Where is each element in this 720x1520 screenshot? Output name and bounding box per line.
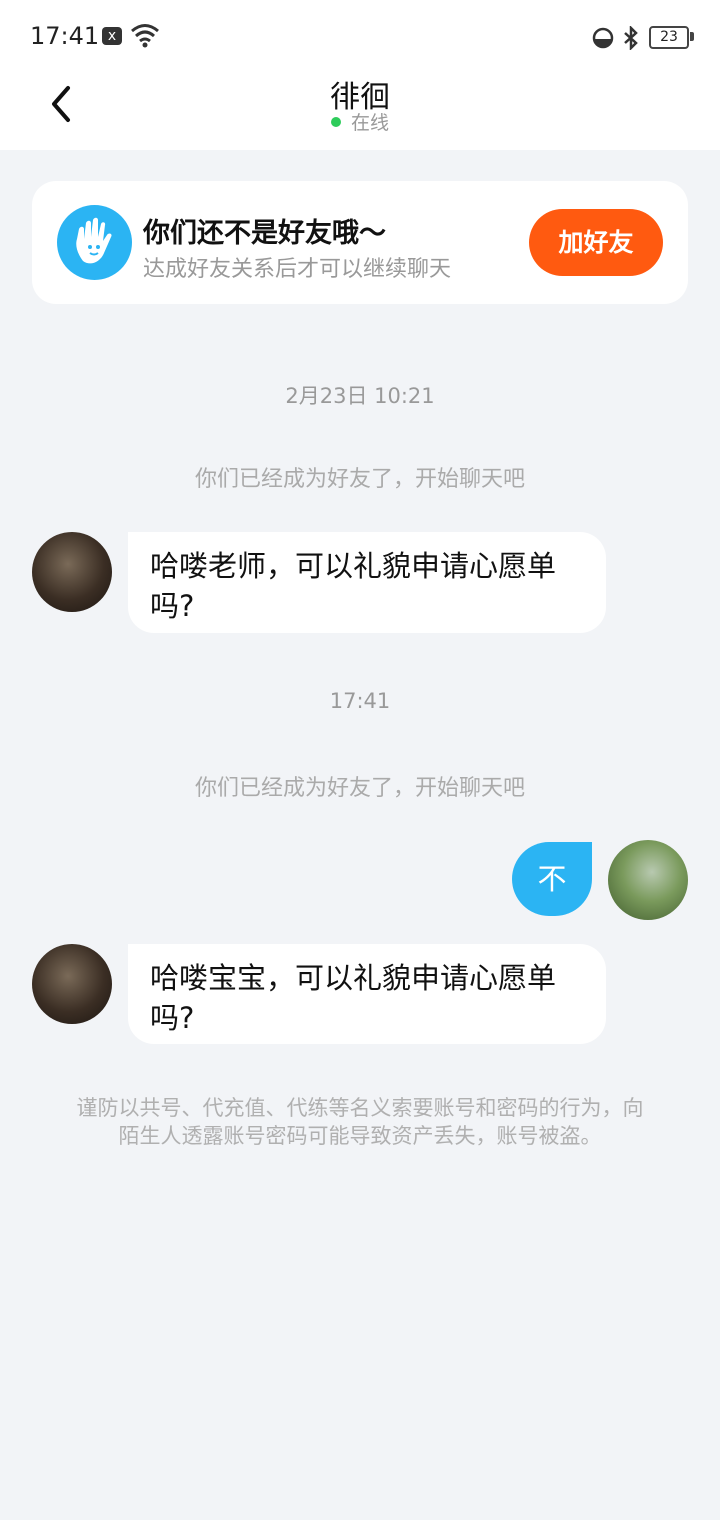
system-message: 你们已经成为好友了，开始聊天吧 (194, 776, 525, 801)
friend-request-card: 你们还不是好友哦～ 达成好友关系后才可以继续聊天 加好友 (32, 181, 688, 304)
notification-badge: x (102, 27, 122, 45)
security-warning: 谨防以共号、代充值、代练等名义索要账号和密码的行为，向陌生人透露账号密码可能导致… (76, 1096, 644, 1148)
do-not-disturb-icon (592, 27, 614, 49)
timestamp: 17:41 (329, 689, 391, 713)
bluetooth-icon (624, 26, 638, 50)
hand-icon (57, 205, 132, 280)
my-avatar[interactable] (608, 840, 688, 920)
incoming-message[interactable]: 哈喽老师，可以礼貌申请心愿单吗? (128, 532, 606, 633)
system-message: 你们已经成为好友了，开始聊天吧 (194, 467, 525, 492)
card-subtitle: 达成好友关系后才可以继续聊天 (143, 257, 452, 282)
contact-avatar[interactable] (32, 532, 112, 612)
status-bar: 17:41 x 23 (0, 0, 720, 72)
timestamp: 2月23日 10:21 (285, 384, 435, 408)
outgoing-message[interactable]: 不 (512, 842, 592, 916)
incoming-message[interactable]: 哈喽宝宝，可以礼貌申请心愿单吗? (128, 944, 606, 1044)
wifi-icon (131, 24, 159, 48)
battery-tip (690, 32, 694, 41)
add-friend-button[interactable]: 加好友 (529, 209, 663, 276)
status-time: 17:41 (30, 22, 100, 50)
presence-label: 在线 (350, 112, 389, 134)
presence-status: 在线 (0, 108, 720, 135)
contact-avatar[interactable] (32, 944, 112, 1024)
chat-header: 徘徊 在线 (0, 72, 720, 150)
battery-indicator: 23 (649, 26, 689, 49)
card-title: 你们还不是好友哦～ (143, 218, 386, 249)
online-dot-icon (330, 116, 341, 127)
